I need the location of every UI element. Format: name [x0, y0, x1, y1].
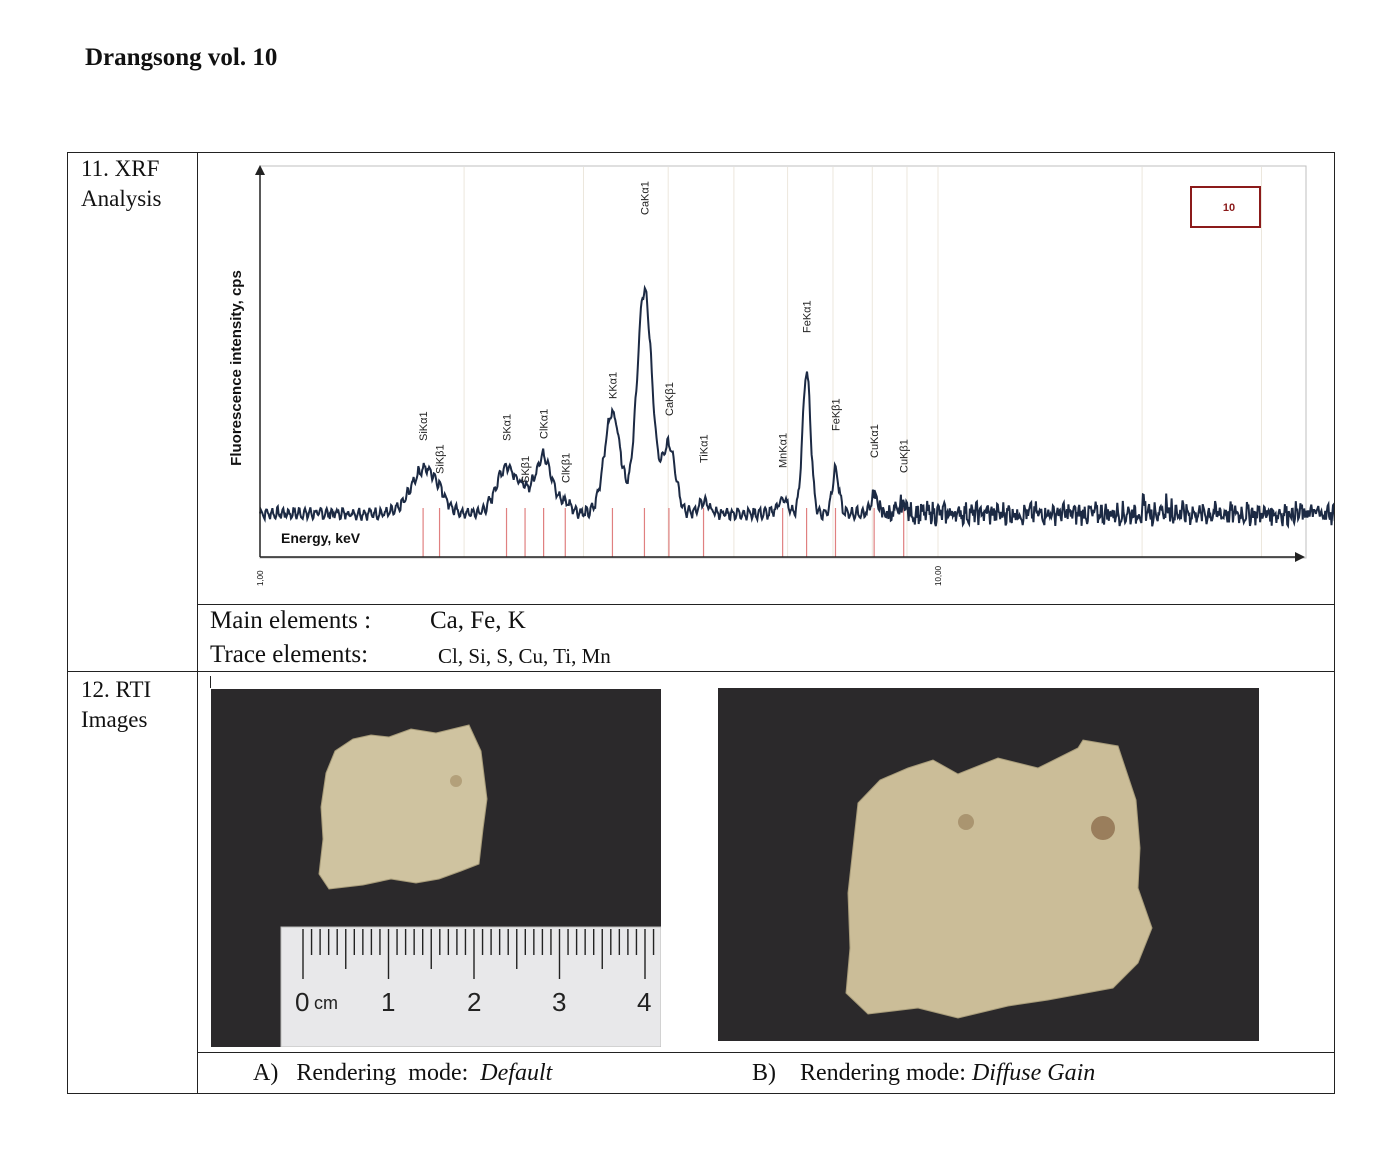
cell-tick-mark — [210, 676, 211, 688]
peak-label-8: CaKβ1 — [664, 382, 676, 416]
ruler-label-1: 1 — [381, 987, 395, 1017]
x-axis-label: Energy, keV — [281, 530, 361, 546]
xrf-section-label: 11. XRF Analysis — [81, 154, 162, 214]
paper-stain — [450, 775, 462, 787]
row-divider-chart — [197, 604, 1335, 605]
row-divider-sections — [67, 671, 1335, 672]
ruler-label-4: 4 — [637, 987, 651, 1017]
peak-label-12: FeKβ1 — [830, 398, 842, 431]
peak-label-11: FeKα1 — [802, 300, 814, 333]
caption-a-text: Rendering mode: — [296, 1060, 469, 1086]
rti-label-line1: 12. RTI — [81, 677, 152, 702]
peak-label-14: CuKβ1 — [899, 439, 911, 473]
peak-label-9: TiKα1 — [699, 434, 711, 463]
caption-a-prefix: A) — [253, 1060, 279, 1086]
paper-fragment-large — [845, 739, 1153, 1019]
paper-stain-right — [1091, 816, 1115, 840]
ruler-label-2: 2 — [467, 987, 481, 1017]
caption-b: B) Rendering mode: Diffuse Gain — [752, 1060, 1095, 1087]
ruler-unit: cm — [314, 993, 338, 1013]
paper-stain-left — [958, 814, 974, 830]
main-elements-value: Ca, Fe, K — [430, 607, 526, 634]
rti-image-diffuse-gain — [718, 688, 1259, 1041]
rti-image-default-svg: 0 cm 1 2 3 4 — [211, 689, 661, 1047]
ruler: 0 cm 1 2 3 4 — [280, 926, 661, 1047]
x-tick-label-1: 1,00 — [256, 570, 265, 586]
main-elements-row: Main elements : Ca, Fe, K — [210, 607, 526, 635]
spectrum-line — [259, 284, 1334, 529]
ruler-label-3: 3 — [552, 987, 566, 1017]
peak-label-4: ClKα1 — [539, 409, 551, 439]
caption-b-text: Rendering mode: — [800, 1060, 966, 1086]
peak-markers — [422, 508, 905, 557]
main-elements-label: Main elements : — [210, 607, 372, 634]
x-tick-label-10: 10,00 — [934, 565, 943, 586]
peak-label-0: SiKα1 — [418, 411, 430, 441]
peak-label-3: SKβ1 — [520, 456, 532, 483]
page-title: Drangsong vol. 10 — [85, 44, 278, 71]
caption-a-mode: Default — [480, 1060, 553, 1086]
rti-label-line2: Images — [81, 707, 148, 732]
row-divider-captions — [197, 1052, 1335, 1053]
caption-a: A) Rendering mode: Default — [253, 1060, 552, 1087]
caption-b-mode: Diffuse Gain — [971, 1060, 1096, 1086]
table-border-left — [67, 152, 68, 1094]
peak-label-2: SKα1 — [502, 414, 514, 441]
peak-labels: SiKα1 SiKβ1 SKα1 SKβ1 ClKα1 ClKβ1 KKα1 CaKα1 CaK… — [418, 181, 911, 483]
xrf-spectrum-svg: Fluorescence intensity, cps Energy, keV … — [228, 165, 1334, 586]
legend-box-text: 10 — [1223, 202, 1235, 214]
table-column-divider — [197, 152, 198, 1094]
y-axis-label: Fluorescence intensity, cps — [228, 270, 245, 466]
trace-elements-label: Trace elements: — [210, 641, 369, 668]
trace-elements-value: Cl, Si, S, Cu, Ti, Mn — [438, 644, 611, 668]
rti-section-label: 12. RTI Images — [81, 675, 151, 735]
peak-label-13: CuKα1 — [869, 424, 881, 458]
table-border-right — [1334, 152, 1335, 1094]
xrf-label-line2: Analysis — [81, 186, 162, 211]
rti-image-diffuse-gain-svg — [718, 688, 1259, 1041]
peak-label-10: MnKα1 — [778, 433, 790, 468]
x-axis-arrow — [1295, 552, 1305, 562]
ruler-label-0: 0 — [295, 987, 309, 1017]
rti-image-default: 0 cm 1 2 3 4 — [211, 689, 661, 1047]
table-border-bottom — [67, 1093, 1335, 1094]
peak-label-6: KKα1 — [607, 372, 619, 399]
peak-label-5: ClKβ1 — [560, 453, 572, 483]
xrf-label-line1: 11. XRF — [81, 156, 160, 181]
paper-fragment — [318, 724, 488, 890]
caption-b-prefix: B) — [752, 1060, 776, 1086]
peak-label-7: CaKα1 — [639, 181, 651, 215]
peak-label-1: SiKβ1 — [435, 444, 447, 474]
xrf-chart: Fluorescence intensity, cps Energy, keV … — [199, 153, 1334, 604]
trace-elements-row: Trace elements: Cl, Si, S, Cu, Ti, Mn — [210, 641, 611, 669]
